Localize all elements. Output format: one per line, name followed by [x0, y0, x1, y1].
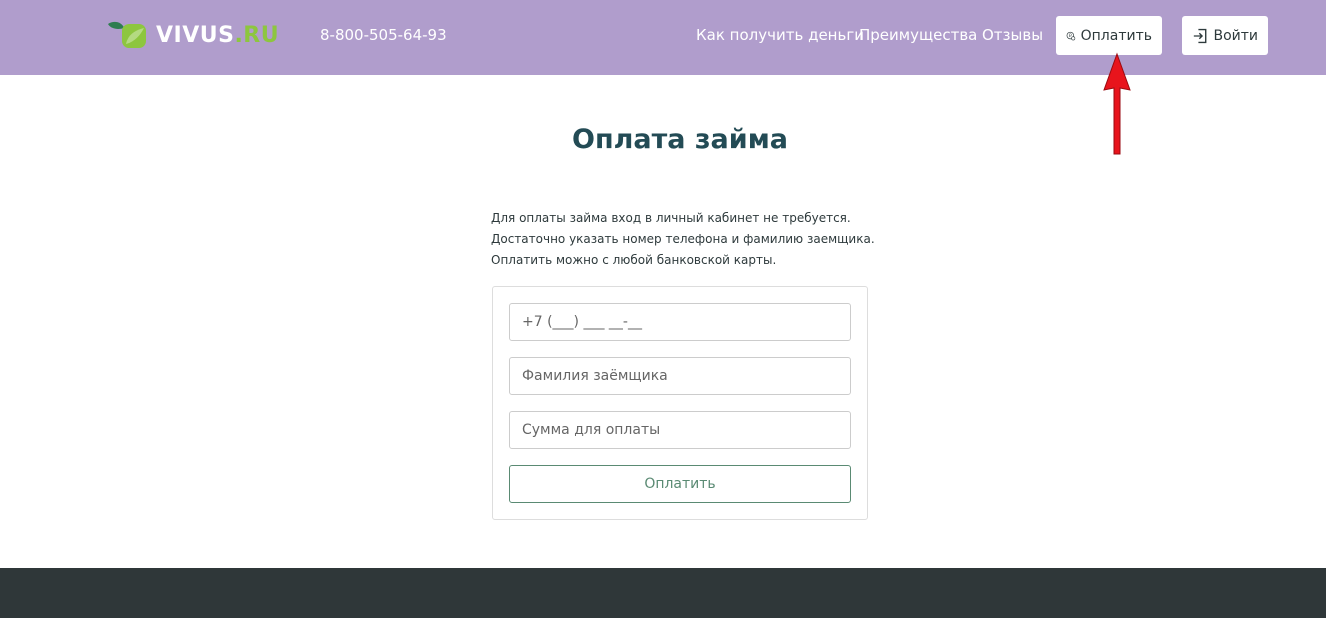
- amount-input[interactable]: [509, 411, 851, 449]
- site-footer: [0, 568, 1326, 618]
- ruble-coin-icon: ₽: [1066, 31, 1076, 40]
- nav-reviews[interactable]: Отзывы: [982, 26, 1043, 44]
- login-button[interactable]: Войти: [1182, 16, 1268, 55]
- vivus-logo[interactable]: VIVUS.RU: [106, 18, 279, 52]
- intro-line: Достаточно указать номер телефона и фами…: [491, 232, 875, 246]
- header-pay-label: Оплатить: [1080, 27, 1152, 44]
- surname-input[interactable]: [509, 357, 851, 395]
- header-phone[interactable]: 8-800-505-64-93: [320, 26, 447, 44]
- logo-text: VIVUS.RU: [156, 22, 280, 48]
- intro-text: Для оплаты займа вход в личный кабинет н…: [491, 208, 891, 271]
- submit-pay-button[interactable]: Оплатить: [509, 465, 851, 503]
- header-pay-button[interactable]: ₽ Оплатить: [1056, 16, 1162, 55]
- intro-line: Оплатить можно с любой банковской карты.: [491, 253, 777, 267]
- payment-form: Оплатить: [492, 286, 868, 520]
- nav-how-to-get-money[interactable]: Как получить деньги: [696, 26, 864, 44]
- phone-input[interactable]: [509, 303, 851, 341]
- leaf-logo-icon: [108, 21, 146, 48]
- intro-line: Для оплаты займа вход в личный кабинет н…: [491, 211, 851, 225]
- nav-advantages[interactable]: Преимущества: [859, 26, 977, 44]
- sign-in-icon: [1193, 28, 1207, 43]
- login-label: Войти: [1213, 27, 1258, 44]
- page-title: Оплата займа: [572, 124, 788, 155]
